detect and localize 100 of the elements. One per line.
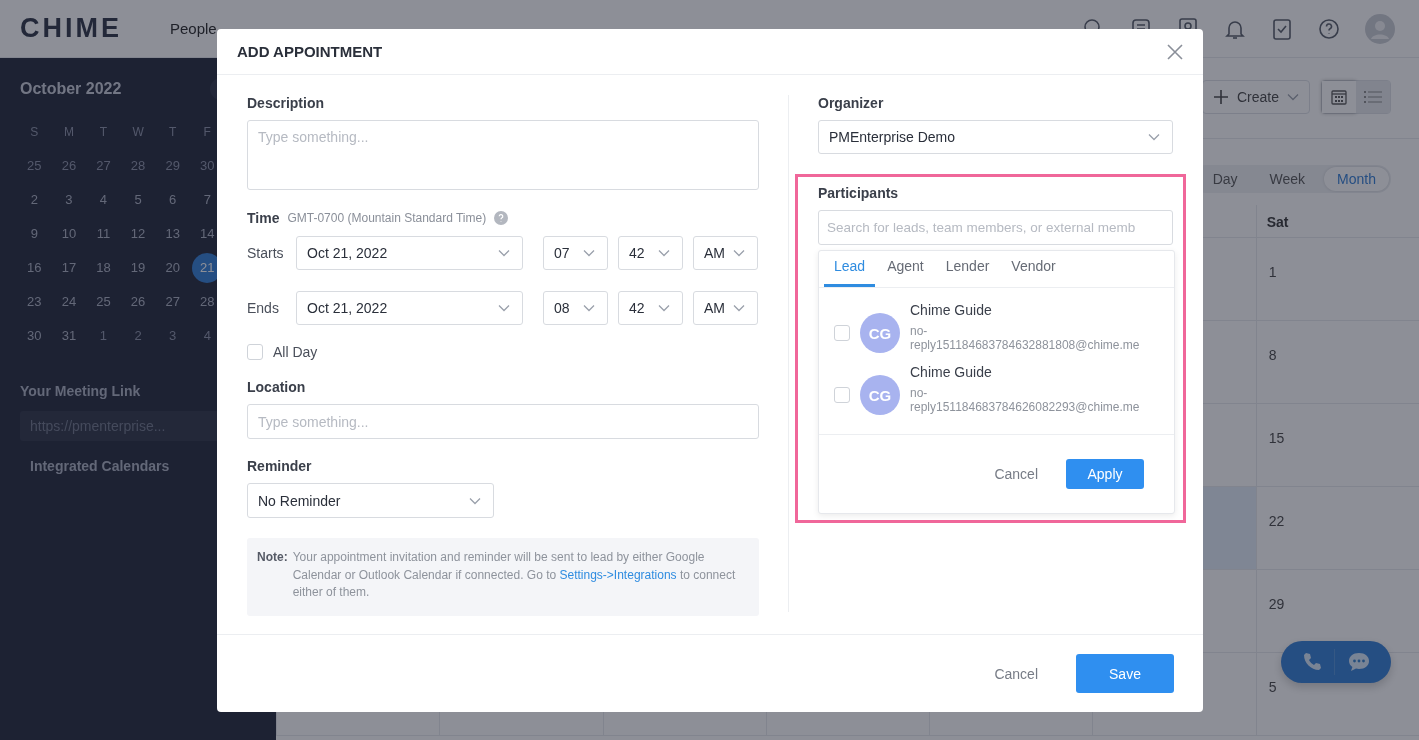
calendar-day[interactable]: 6: [157, 185, 188, 215]
field-label: Location: [247, 379, 307, 395]
hour-select[interactable]: 07: [543, 236, 608, 270]
avatar: CG: [860, 375, 900, 415]
calendar-day[interactable]: 2: [123, 321, 154, 351]
date-select[interactable]: Oct 21, 2022: [296, 236, 523, 270]
tab[interactable]: Agent: [877, 258, 934, 287]
period-select[interactable]: AM: [693, 291, 758, 325]
calendar-day[interactable]: 31: [53, 321, 84, 351]
apply-button[interactable]: Apply: [1066, 459, 1144, 489]
chevron-down-icon: [498, 249, 510, 257]
calendar-day[interactable]: 13: [157, 219, 188, 249]
participant-search-field[interactable]: Search for leads, team members, or external memb: [818, 210, 1173, 245]
calendar-day[interactable]: 25: [19, 151, 50, 181]
save-button[interactable]: Save: [1076, 654, 1174, 693]
calendar-day[interactable]: 26: [53, 151, 84, 181]
calendar-icon: [1331, 89, 1347, 105]
chevron-down-icon: [1287, 93, 1299, 101]
weekday-label: T: [168, 124, 178, 141]
weekday-label: M: [62, 124, 75, 141]
timezone-text: GMT-0700 (Mountain Standard Time): [287, 211, 487, 225]
calendar-day[interactable]: 18: [88, 253, 119, 283]
reminder-select[interactable]: No Reminder: [247, 483, 494, 518]
organizer-select[interactable]: PMEnterprise Demo: [818, 120, 1173, 154]
calendar-day[interactable]: 29: [157, 151, 188, 181]
person-email: no-reply151184683784626082293@chime.me: [910, 386, 1141, 414]
chevron-down-icon: [658, 249, 670, 257]
checkbox[interactable]: [834, 387, 850, 403]
tab[interactable]: Vendor: [1001, 258, 1066, 287]
chevron-down-icon: [733, 304, 745, 312]
calendar-day[interactable]: 16: [19, 253, 50, 283]
field-label: Participants: [818, 185, 900, 201]
minute-select[interactable]: 42: [618, 291, 683, 325]
calendar-day[interactable]: 27: [88, 151, 119, 181]
description-field[interactable]: Type something...: [247, 120, 759, 190]
close-icon[interactable]: [1167, 43, 1183, 60]
create-button[interactable]: Create: [1201, 80, 1310, 114]
person-email: no-reply151184683784632881808@chime.me: [910, 324, 1141, 352]
cancel-button[interactable]: Cancel: [988, 465, 1044, 483]
nav-link[interactable]: People: [170, 20, 217, 37]
calendar-day[interactable]: 17: [53, 253, 84, 283]
chevron-down-icon: [583, 304, 595, 312]
location-field[interactable]: Type something...: [247, 404, 759, 439]
minute-select[interactable]: 42: [618, 236, 683, 270]
note-text: Your appointment invitation and reminder will be sent to lead by either Google Calendar or Outlook Calendar if connected. Go to Settings->Integrations to connect either of them.: [292, 549, 737, 601]
day-number: 5: [1268, 679, 1277, 695]
tab[interactable]: Lender: [935, 258, 1000, 287]
calendar-day[interactable]: 20: [157, 253, 188, 283]
chat-bubble-icon[interactable]: [1347, 651, 1372, 673]
weekday-label: T: [98, 124, 109, 141]
settings-link[interactable]: Settings->Integrations: [559, 567, 677, 582]
chevron-down-icon: [1148, 133, 1160, 141]
day-number: 1: [1268, 264, 1277, 280]
tab[interactable]: Lead: [824, 258, 876, 287]
help-icon[interactable]: [1318, 17, 1340, 40]
calendar-day[interactable]: 24: [53, 287, 84, 317]
person-name: Chime Guide: [910, 302, 993, 318]
checkbox-label: All Day: [273, 344, 318, 360]
clipboard-check-icon[interactable]: [1271, 17, 1293, 40]
calendar-day[interactable]: 28: [123, 151, 154, 181]
calendar-day[interactable]: 10: [53, 219, 84, 249]
day-number: 29: [1268, 596, 1285, 612]
hour-select[interactable]: 08: [543, 291, 608, 325]
calendar-day[interactable]: 25: [88, 287, 119, 317]
weekday-label: F: [202, 124, 212, 141]
month-title: October 2022: [20, 80, 122, 98]
view-tab[interactable]: Month: [1324, 167, 1389, 191]
calendar-day[interactable]: 26: [123, 287, 154, 317]
period-select[interactable]: AM: [693, 236, 758, 270]
chevron-down-icon: [583, 249, 595, 257]
app-logo[interactable]: CHIME: [20, 13, 122, 44]
calendar-day[interactable]: 23: [19, 287, 50, 317]
date-select[interactable]: Oct 21, 2022: [296, 291, 523, 325]
calendar-day[interactable]: 1: [88, 321, 119, 351]
field-label: Reminder: [247, 458, 313, 474]
view-tab[interactable]: Day: [1199, 167, 1251, 191]
column-header: Sat: [1266, 214, 1289, 230]
field-label: Organizer: [818, 95, 885, 111]
plus-icon: [1212, 89, 1229, 105]
calendar-view-button[interactable]: [1322, 81, 1356, 113]
list-icon: [1364, 90, 1382, 104]
help-icon[interactable]: [494, 211, 509, 225]
calendar-day[interactable]: 4: [88, 185, 119, 215]
calendar-day[interactable]: 27: [157, 287, 188, 317]
cancel-button[interactable]: Cancel: [988, 664, 1044, 683]
view-tab[interactable]: Week: [1256, 167, 1319, 191]
calendar-day[interactable]: 5: [123, 185, 154, 215]
weekday-label: W: [131, 124, 145, 141]
calendar-day[interactable]: 12: [123, 219, 154, 249]
calendar-day[interactable]: 2: [19, 185, 50, 215]
calendar-day[interactable]: 19: [123, 253, 154, 283]
chevron-down-icon: [469, 496, 481, 505]
calendar-day[interactable]: 3: [157, 321, 188, 351]
calendar-day[interactable]: 3: [53, 185, 84, 215]
calendar-day[interactable]: 30: [19, 321, 50, 351]
field-label: Starts: [247, 245, 285, 261]
checkbox[interactable]: [834, 325, 850, 341]
checkbox[interactable]: [247, 344, 263, 360]
calendar-day[interactable]: 9: [19, 219, 50, 249]
calendar-day[interactable]: 11: [88, 219, 119, 249]
